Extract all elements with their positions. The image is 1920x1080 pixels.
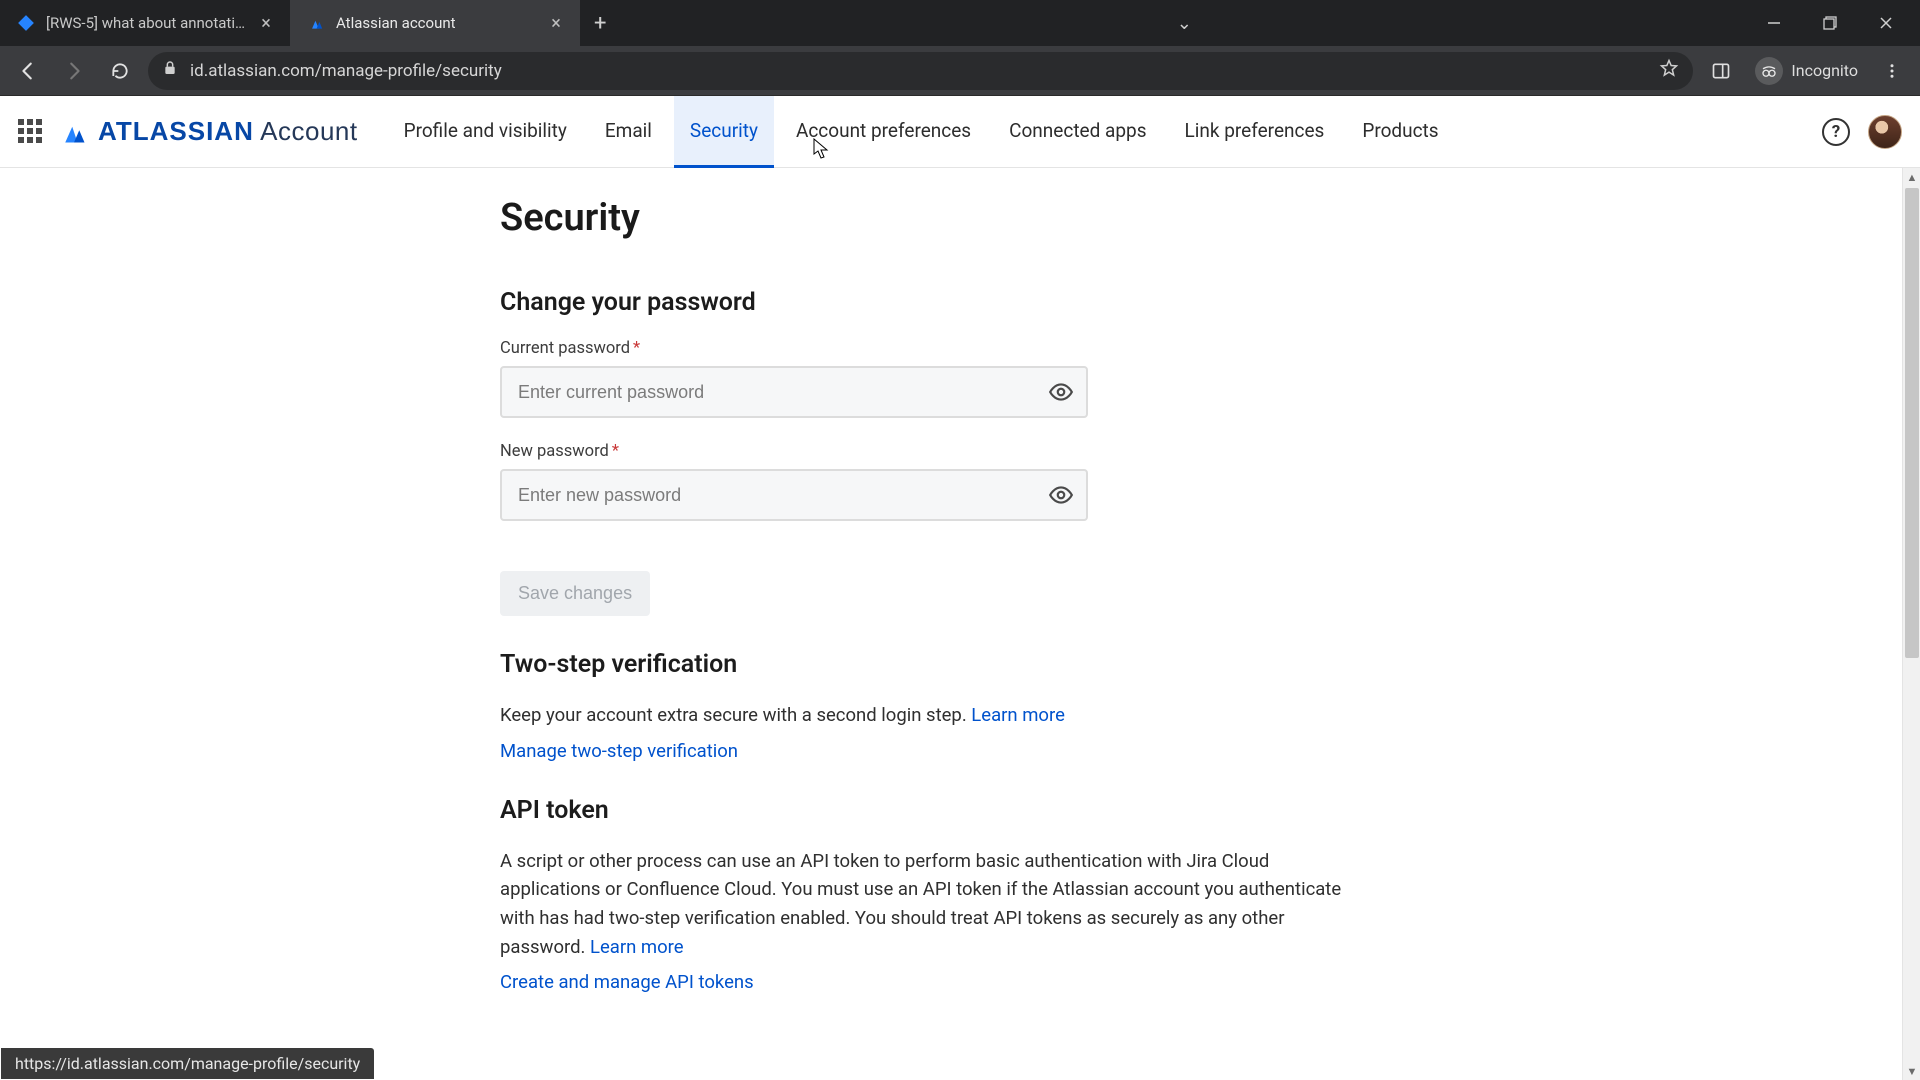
learn-more-link[interactable]: Learn more [590, 936, 684, 958]
section-heading: API token [500, 796, 1380, 825]
tab-list-chevron-icon[interactable]: ⌄ [1161, 13, 1207, 34]
current-password-label: Current password* [500, 339, 1380, 358]
incognito-indicator[interactable]: Incognito [1749, 57, 1864, 85]
new-tab-button[interactable]: + [580, 11, 620, 36]
nav-products[interactable]: Products [1346, 96, 1454, 168]
new-password-field: New password* [500, 442, 1380, 521]
manage-api-tokens-link[interactable]: Create and manage API tokens [500, 971, 754, 993]
logo-text: ATLASSIAN Account [98, 116, 358, 147]
close-icon[interactable]: × [546, 13, 566, 34]
app-header: ATLASSIAN Account Profile and visibility… [0, 96, 1920, 168]
jira-favicon [16, 13, 36, 33]
learn-more-link[interactable]: Learn more [971, 704, 1065, 726]
close-window-icon[interactable] [1860, 3, 1912, 43]
primary-nav: Profile and visibility Email Security Ac… [388, 96, 1455, 168]
browser-chrome: [RWS-5] what about annotations × Atlassi… [0, 0, 1920, 96]
status-bar: https://id.atlassian.com/manage-profile/… [1, 1048, 374, 1079]
current-password-input[interactable] [500, 366, 1088, 418]
incognito-icon [1755, 57, 1783, 85]
browser-tab-1[interactable]: Atlassian account × [290, 0, 580, 46]
tab-strip: [RWS-5] what about annotations × Atlassi… [0, 0, 1920, 46]
atlassian-logo-icon [60, 118, 88, 146]
kebab-menu-icon[interactable] [1874, 53, 1910, 89]
scrollbar[interactable]: ▲ ▼ [1902, 168, 1920, 1080]
new-password-input[interactable] [500, 469, 1088, 521]
nav-link-prefs[interactable]: Link preferences [1169, 96, 1341, 168]
current-password-field: Current password* [500, 339, 1380, 418]
browser-toolbar: id.atlassian.com/manage-profile/security… [0, 46, 1920, 96]
page-title: Security [500, 196, 1380, 240]
nav-connected[interactable]: Connected apps [993, 96, 1162, 168]
section-heading: Two-step verification [500, 650, 1380, 679]
two-step-body: Keep your account extra secure with a se… [500, 701, 1350, 730]
maximize-icon[interactable] [1804, 3, 1856, 43]
eye-icon[interactable] [1044, 478, 1078, 512]
scroll-region[interactable]: Security Change your password Current pa… [0, 168, 1902, 1080]
nav-security[interactable]: Security [674, 96, 774, 168]
scroll-down-icon[interactable]: ▼ [1903, 1062, 1920, 1080]
eye-icon[interactable] [1044, 375, 1078, 409]
page-viewport: ATLASSIAN Account Profile and visibility… [0, 96, 1920, 1080]
manage-two-step-link[interactable]: Manage two-step verification [500, 740, 738, 762]
reload-icon[interactable] [102, 53, 138, 89]
change-password-section: Change your password Current password* [500, 288, 1380, 634]
lock-icon [162, 60, 178, 81]
nav-email[interactable]: Email [589, 96, 668, 168]
tab-title: Atlassian account [336, 14, 536, 32]
atlassian-logo[interactable]: ATLASSIAN Account [60, 116, 358, 147]
address-bar[interactable]: id.atlassian.com/manage-profile/security [148, 52, 1693, 90]
panel-icon[interactable] [1703, 53, 1739, 89]
app-switcher-icon[interactable] [18, 119, 44, 145]
two-step-section: Two-step verification Keep your account … [500, 650, 1380, 780]
api-token-section: API token A script or other process can … [500, 796, 1380, 1012]
atlassian-favicon [306, 13, 326, 33]
tab-title: [RWS-5] what about annotations [46, 14, 246, 32]
forward-icon[interactable] [56, 53, 92, 89]
scroll-thumb[interactable] [1905, 188, 1919, 658]
save-changes-button[interactable]: Save changes [500, 571, 650, 616]
scroll-up-icon[interactable]: ▲ [1903, 168, 1920, 186]
incognito-label: Incognito [1791, 61, 1858, 80]
window-controls [1748, 3, 1912, 43]
avatar[interactable] [1868, 115, 1902, 149]
content: Security Change your password Current pa… [500, 168, 1380, 1080]
nav-profile[interactable]: Profile and visibility [388, 96, 583, 168]
help-icon[interactable]: ? [1822, 118, 1850, 146]
nav-preferences[interactable]: Account preferences [780, 96, 987, 168]
browser-tab-0[interactable]: [RWS-5] what about annotations × [0, 0, 290, 46]
back-icon[interactable] [10, 53, 46, 89]
star-icon[interactable] [1659, 58, 1679, 83]
new-password-label: New password* [500, 442, 1380, 461]
minimize-icon[interactable] [1748, 3, 1800, 43]
section-heading: Change your password [500, 288, 1380, 317]
api-body: A script or other process can use an API… [500, 847, 1350, 962]
close-icon[interactable]: × [256, 13, 276, 34]
url-text: id.atlassian.com/manage-profile/security [190, 61, 1647, 81]
